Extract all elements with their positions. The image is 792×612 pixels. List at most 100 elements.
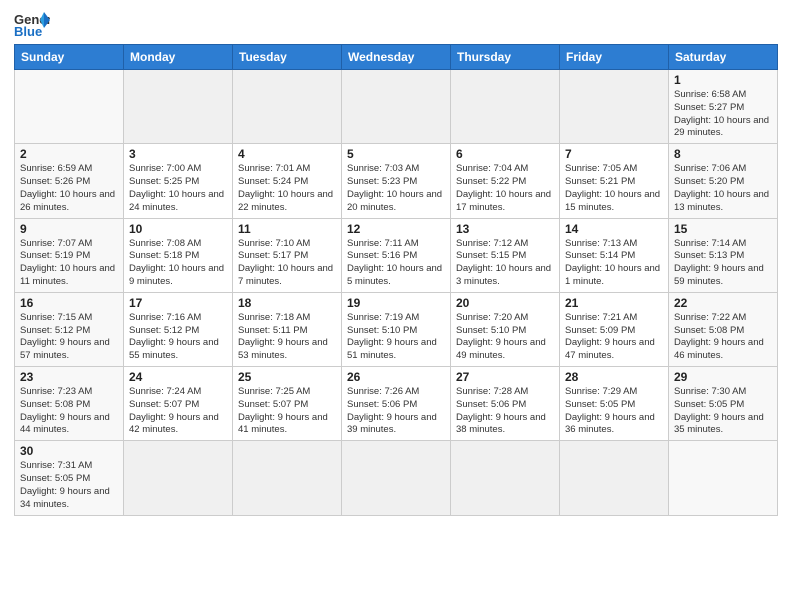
day-number: 26 <box>347 370 445 384</box>
calendar-cell: 25 Sunrise: 7:25 AM Sunset: 5:07 PM Dayli… <box>233 367 342 441</box>
day-number: 6 <box>456 147 554 161</box>
calendar-cell: 24Sunrise: 7:24 AM Sunset: 5:07 PM Dayli… <box>124 367 233 441</box>
day-number: 17 <box>129 296 227 310</box>
calendar-cell <box>233 441 342 515</box>
calendar-table: SundayMondayTuesdayWednesdayThursdayFrid… <box>14 44 778 516</box>
day-info: Sunrise: 6:58 AM Sunset: 5:27 PM Dayligh… <box>674 89 772 140</box>
calendar-cell <box>451 70 560 144</box>
calendar-cell: 1 Sunrise: 6:58 AM Sunset: 5:27 PM Daylig… <box>669 70 778 144</box>
day-number: 5 <box>347 147 445 161</box>
day-number: 13 <box>456 222 554 236</box>
day-number: 7 <box>565 147 663 161</box>
day-info: Sunrise: 6:59 AM Sunset: 5:26 PM Dayligh… <box>20 163 118 214</box>
day-info: Sunrise: 7:16 AM Sunset: 5:12 PM Dayligh… <box>129 312 227 363</box>
day-info: Sunrise: 7:14 AM Sunset: 5:13 PM Dayligh… <box>674 238 772 289</box>
calendar-cell: 15 Sunrise: 7:14 AM Sunset: 5:13 PM Dayli… <box>669 218 778 292</box>
day-info: Sunrise: 7:28 AM Sunset: 5:06 PM Dayligh… <box>456 386 554 437</box>
calendar-cell: 26 Sunrise: 7:26 AM Sunset: 5:06 PM Dayli… <box>342 367 451 441</box>
day-number: 18 <box>238 296 336 310</box>
day-info: Sunrise: 7:22 AM Sunset: 5:08 PM Dayligh… <box>674 312 772 363</box>
calendar-week-row: 9Sunrise: 7:07 AM Sunset: 5:19 PM Daylig… <box>15 218 778 292</box>
day-number: 11 <box>238 222 336 236</box>
calendar-cell <box>451 441 560 515</box>
day-number: 1 <box>674 73 772 87</box>
calendar-cell: 20Sunrise: 7:20 AM Sunset: 5:10 PM Dayli… <box>451 292 560 366</box>
day-info: Sunrise: 7:25 AM Sunset: 5:07 PM Dayligh… <box>238 386 336 437</box>
day-info: Sunrise: 7:05 AM Sunset: 5:21 PM Dayligh… <box>565 163 663 214</box>
col-header-monday: Monday <box>124 45 233 70</box>
generalblue-logo-icon: General Blue <box>14 10 50 38</box>
calendar-cell: 6Sunrise: 7:04 AM Sunset: 5:22 PM Daylig… <box>451 144 560 218</box>
page: General Blue SundayMondayTuesdayWednesda… <box>0 0 792 612</box>
calendar-header-row: SundayMondayTuesdayWednesdayThursdayFrid… <box>15 45 778 70</box>
day-info: Sunrise: 7:00 AM Sunset: 5:25 PM Dayligh… <box>129 163 227 214</box>
header: General Blue <box>14 10 778 38</box>
day-number: 21 <box>565 296 663 310</box>
day-number: 25 <box>238 370 336 384</box>
day-number: 22 <box>674 296 772 310</box>
day-number: 29 <box>674 370 772 384</box>
calendar-week-row: 23 Sunrise: 7:23 AM Sunset: 5:08 PM Dayli… <box>15 367 778 441</box>
calendar-cell: 23 Sunrise: 7:23 AM Sunset: 5:08 PM Dayli… <box>15 367 124 441</box>
col-header-thursday: Thursday <box>451 45 560 70</box>
day-info: Sunrise: 7:29 AM Sunset: 5:05 PM Dayligh… <box>565 386 663 437</box>
col-header-friday: Friday <box>560 45 669 70</box>
calendar-cell: 12Sunrise: 7:11 AM Sunset: 5:16 PM Dayli… <box>342 218 451 292</box>
calendar-cell: 22 Sunrise: 7:22 AM Sunset: 5:08 PM Dayli… <box>669 292 778 366</box>
calendar-cell: 14Sunrise: 7:13 AM Sunset: 5:14 PM Dayli… <box>560 218 669 292</box>
calendar-cell: 27 Sunrise: 7:28 AM Sunset: 5:06 PM Dayli… <box>451 367 560 441</box>
calendar-cell <box>560 70 669 144</box>
calendar-cell: 5 Sunrise: 7:03 AM Sunset: 5:23 PM Daylig… <box>342 144 451 218</box>
day-info: Sunrise: 7:15 AM Sunset: 5:12 PM Dayligh… <box>20 312 118 363</box>
day-number: 4 <box>238 147 336 161</box>
day-info: Sunrise: 7:19 AM Sunset: 5:10 PM Dayligh… <box>347 312 445 363</box>
calendar-cell: 9Sunrise: 7:07 AM Sunset: 5:19 PM Daylig… <box>15 218 124 292</box>
day-info: Sunrise: 7:06 AM Sunset: 5:20 PM Dayligh… <box>674 163 772 214</box>
day-number: 28 <box>565 370 663 384</box>
day-info: Sunrise: 7:26 AM Sunset: 5:06 PM Dayligh… <box>347 386 445 437</box>
calendar-cell <box>669 441 778 515</box>
day-info: Sunrise: 7:03 AM Sunset: 5:23 PM Dayligh… <box>347 163 445 214</box>
day-number: 30 <box>20 444 118 458</box>
calendar-week-row: 16Sunrise: 7:15 AM Sunset: 5:12 PM Dayli… <box>15 292 778 366</box>
col-header-tuesday: Tuesday <box>233 45 342 70</box>
calendar-cell <box>342 70 451 144</box>
col-header-saturday: Saturday <box>669 45 778 70</box>
col-header-sunday: Sunday <box>15 45 124 70</box>
day-number: 14 <box>565 222 663 236</box>
calendar-cell: 18Sunrise: 7:18 AM Sunset: 5:11 PM Dayli… <box>233 292 342 366</box>
day-number: 24 <box>129 370 227 384</box>
day-number: 12 <box>347 222 445 236</box>
day-info: Sunrise: 7:23 AM Sunset: 5:08 PM Dayligh… <box>20 386 118 437</box>
calendar-cell <box>342 441 451 515</box>
calendar-cell <box>124 70 233 144</box>
calendar-week-row: 1 Sunrise: 6:58 AM Sunset: 5:27 PM Daylig… <box>15 70 778 144</box>
calendar-cell: 16Sunrise: 7:15 AM Sunset: 5:12 PM Dayli… <box>15 292 124 366</box>
calendar-cell: 29 Sunrise: 7:30 AM Sunset: 5:05 PM Dayli… <box>669 367 778 441</box>
day-number: 19 <box>347 296 445 310</box>
calendar-cell <box>124 441 233 515</box>
calendar-cell: 3 Sunrise: 7:00 AM Sunset: 5:25 PM Daylig… <box>124 144 233 218</box>
day-number: 10 <box>129 222 227 236</box>
calendar-cell: 8 Sunrise: 7:06 AM Sunset: 5:20 PM Daylig… <box>669 144 778 218</box>
day-info: Sunrise: 7:31 AM Sunset: 5:05 PM Dayligh… <box>20 460 118 511</box>
day-info: Sunrise: 7:30 AM Sunset: 5:05 PM Dayligh… <box>674 386 772 437</box>
calendar-cell: 17 Sunrise: 7:16 AM Sunset: 5:12 PM Dayli… <box>124 292 233 366</box>
calendar-cell: 11 Sunrise: 7:10 AM Sunset: 5:17 PM Dayli… <box>233 218 342 292</box>
day-info: Sunrise: 7:10 AM Sunset: 5:17 PM Dayligh… <box>238 238 336 289</box>
day-number: 8 <box>674 147 772 161</box>
calendar-cell: 2Sunrise: 6:59 AM Sunset: 5:26 PM Daylig… <box>15 144 124 218</box>
day-info: Sunrise: 7:08 AM Sunset: 5:18 PM Dayligh… <box>129 238 227 289</box>
day-info: Sunrise: 7:01 AM Sunset: 5:24 PM Dayligh… <box>238 163 336 214</box>
day-number: 27 <box>456 370 554 384</box>
day-number: 15 <box>674 222 772 236</box>
day-number: 3 <box>129 147 227 161</box>
day-number: 23 <box>20 370 118 384</box>
svg-text:Blue: Blue <box>14 24 42 38</box>
calendar-cell: 30 Sunrise: 7:31 AM Sunset: 5:05 PM Dayli… <box>15 441 124 515</box>
day-info: Sunrise: 7:21 AM Sunset: 5:09 PM Dayligh… <box>565 312 663 363</box>
col-header-wednesday: Wednesday <box>342 45 451 70</box>
calendar-cell: 13Sunrise: 7:12 AM Sunset: 5:15 PM Dayli… <box>451 218 560 292</box>
calendar-week-row: 2Sunrise: 6:59 AM Sunset: 5:26 PM Daylig… <box>15 144 778 218</box>
calendar-cell: 19 Sunrise: 7:19 AM Sunset: 5:10 PM Dayli… <box>342 292 451 366</box>
